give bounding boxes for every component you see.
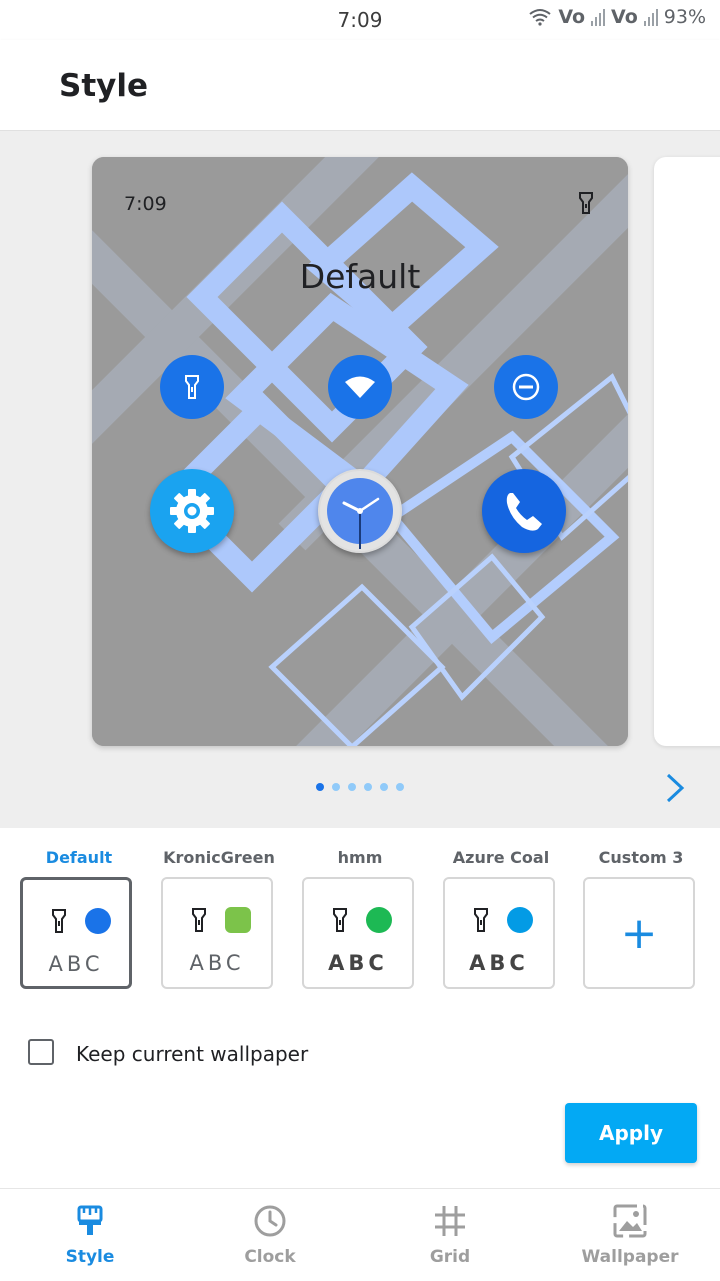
status-bar: 7:09 Vo Vo 93% xyxy=(0,0,720,40)
next-preview-card[interactable] xyxy=(654,157,720,746)
flashlight-tile xyxy=(160,355,224,419)
color-swatch xyxy=(85,908,111,934)
signal-icon xyxy=(591,8,606,26)
font-sample: ABC xyxy=(469,951,529,975)
style-option-hmm[interactable]: ABC xyxy=(302,877,414,989)
nav-grid[interactable]: Grid xyxy=(360,1189,540,1281)
page-dot xyxy=(396,783,404,791)
style-option-azure-coal[interactable]: ABC xyxy=(443,877,555,989)
signal-icon xyxy=(643,8,658,26)
page-dot xyxy=(348,783,356,791)
network-label-1: Vo xyxy=(558,6,586,28)
settings-app xyxy=(150,469,234,553)
status-icons: Vo Vo 93% xyxy=(528,6,706,28)
page-title: Style xyxy=(59,68,149,104)
page-dot xyxy=(332,783,340,791)
option-label-custom: Custom 3 xyxy=(598,848,684,867)
nav-style[interactable]: Style xyxy=(0,1189,180,1281)
wifi-icon xyxy=(345,376,375,398)
font-sample: ABC xyxy=(48,952,104,976)
nav-label: Wallpaper xyxy=(581,1247,679,1267)
preview-carousel[interactable]: 7:09 Default xyxy=(0,131,720,828)
nav-label: Grid xyxy=(429,1247,471,1267)
color-swatch xyxy=(507,907,533,933)
nav-wallpaper[interactable]: Wallpaper xyxy=(540,1189,720,1281)
grid-icon xyxy=(435,1206,465,1236)
dnd-tile xyxy=(494,355,558,419)
keep-wallpaper-label[interactable]: Keep current wallpaper xyxy=(76,1042,308,1066)
option-label-hmm: hmm xyxy=(337,848,383,867)
do-not-disturb-icon xyxy=(512,373,540,401)
network-label-2: Vo xyxy=(611,6,638,28)
preview-time: 7:09 xyxy=(124,193,167,215)
phone-app xyxy=(482,469,566,553)
battery-level: 93% xyxy=(663,6,706,28)
flashlight-icon xyxy=(185,375,199,399)
wifi-tile xyxy=(328,355,392,419)
font-sample: ABC xyxy=(189,951,245,975)
clock-app-icon xyxy=(320,471,400,551)
flashlight-icon xyxy=(474,908,488,932)
nav-clock[interactable]: Clock xyxy=(180,1189,360,1281)
flashlight-icon xyxy=(333,908,347,932)
add-custom-style-button[interactable]: + xyxy=(583,877,695,989)
option-label-default: Default xyxy=(45,848,113,867)
option-label-azure-coal: Azure Coal xyxy=(452,848,550,867)
apply-button[interactable]: Apply xyxy=(565,1103,697,1163)
font-sample: ABC xyxy=(328,951,388,975)
wifi-status-icon xyxy=(529,9,551,26)
brush-icon xyxy=(77,1205,103,1235)
chevron-right-icon[interactable] xyxy=(660,771,690,805)
flashlight-status-icon xyxy=(578,191,594,219)
style-option-default[interactable]: ABC xyxy=(20,877,132,989)
phone-icon xyxy=(506,493,542,531)
wallpaper-icon xyxy=(613,1204,647,1238)
settings-icon xyxy=(170,489,214,533)
color-swatch xyxy=(366,907,392,933)
page-dot xyxy=(380,783,388,791)
option-label-kronicgreen: KronicGreen xyxy=(163,848,275,867)
nav-label: Clock xyxy=(244,1247,296,1267)
keep-wallpaper-checkbox[interactable] xyxy=(28,1039,54,1065)
flashlight-icon xyxy=(192,908,206,932)
page-dot xyxy=(364,783,372,791)
page-dot xyxy=(316,783,324,791)
app-header: Style xyxy=(0,40,720,131)
flashlight-icon xyxy=(52,909,66,933)
nav-label: Style xyxy=(65,1247,115,1267)
plus-icon: + xyxy=(620,907,658,959)
style-option-kronicgreen[interactable]: ABC xyxy=(161,877,273,989)
style-preview-card[interactable]: 7:09 Default xyxy=(92,157,628,746)
bottom-navigation: Style Clock Grid Wallpaper xyxy=(0,1188,720,1281)
page-indicator xyxy=(0,783,720,791)
wallpaper-pattern xyxy=(92,157,628,746)
clock-icon xyxy=(254,1205,286,1237)
preview-title: Default xyxy=(299,257,421,296)
clock-app xyxy=(318,469,402,553)
color-swatch xyxy=(225,907,251,933)
